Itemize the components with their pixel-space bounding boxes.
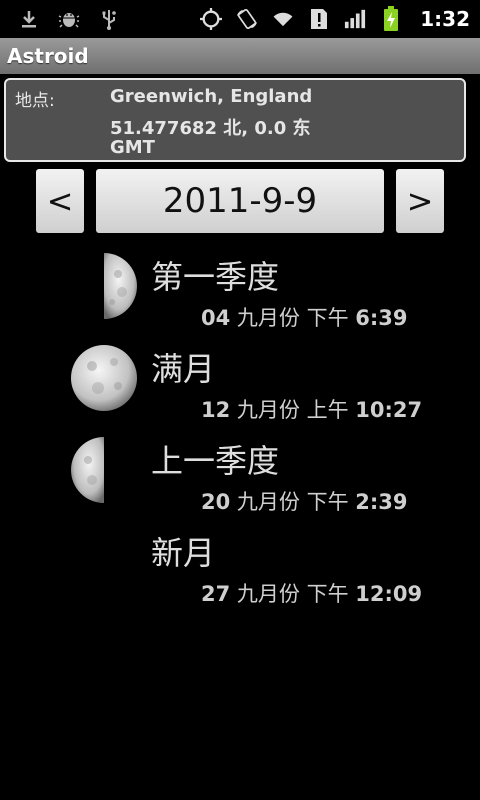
title-bar: Astroid	[0, 38, 480, 74]
wifi-icon	[272, 8, 294, 30]
phase-datetime: 04 九月份 下午 6:39	[201, 306, 408, 330]
location-label: 地点:	[15, 91, 55, 111]
date-picker-button[interactable]: 2011-9-9	[96, 169, 384, 233]
phase-name: 上一季度	[151, 442, 280, 480]
location-name: Greenwich, England	[110, 86, 313, 107]
phase-name: 满月	[151, 350, 216, 388]
alert-icon	[308, 8, 330, 30]
last-quarter-moon-icon	[71, 437, 104, 503]
location-panel[interactable]: 地点: Greenwich, England 51.477682 北, 0.0 …	[4, 78, 466, 162]
first-quarter-moon-icon	[104, 253, 137, 319]
status-time: 1:32	[420, 7, 470, 31]
phase-item: 满月 12 九月份 上午 10:27	[0, 344, 480, 436]
phase-name: 第一季度	[151, 258, 280, 296]
download-icon	[18, 8, 40, 30]
phase-item: 上一季度 20 九月份 下午 2:39	[0, 436, 480, 528]
gps-icon	[200, 8, 223, 30]
phase-item: 新月 27 九月份 下午 12:09	[0, 528, 480, 620]
full-moon-icon	[71, 345, 137, 411]
phase-datetime: 12 九月份 上午 10:27	[201, 398, 423, 422]
phase-name: 新月	[151, 534, 216, 572]
next-date-button[interactable]: >	[396, 169, 444, 233]
rotate-icon	[236, 8, 258, 30]
usb-icon	[98, 8, 120, 30]
signal-icon	[344, 8, 366, 30]
phase-item: 第一季度 04 九月份 下午 6:39	[0, 252, 480, 344]
app-title: Astroid	[7, 44, 89, 68]
status-bar: 1:32	[0, 0, 480, 38]
location-timezone: GMT	[110, 137, 155, 158]
new-moon-icon	[71, 529, 137, 595]
previous-date-button[interactable]: <	[36, 169, 84, 233]
battery-charging-icon	[380, 6, 402, 31]
android-debug-icon	[58, 8, 80, 30]
phase-datetime: 27 九月份 下午 12:09	[201, 582, 423, 606]
phase-datetime: 20 九月份 下午 2:39	[201, 490, 408, 514]
